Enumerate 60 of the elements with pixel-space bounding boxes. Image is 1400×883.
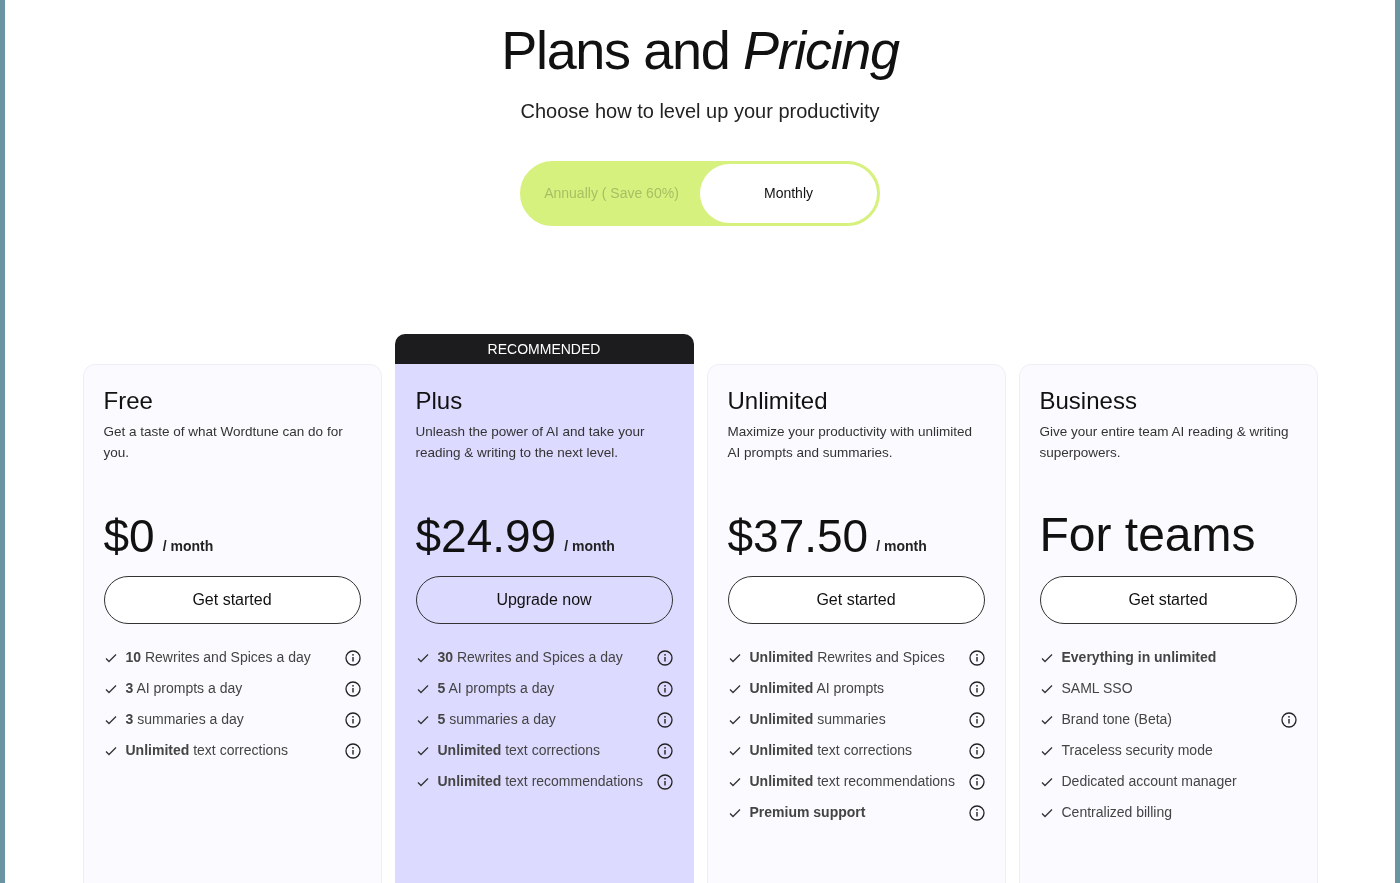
plan-name: Business bbox=[1039, 387, 1138, 415]
plan-description: Give your entire team AI reading & writing superpowers. bbox=[1039, 423, 1290, 462]
feature-text: Unlimited AI prompts bbox=[749, 679, 886, 698]
plan-button[interactable]: Get started bbox=[727, 576, 985, 624]
price-period: / month bbox=[876, 537, 927, 556]
feature-text: 3 AI prompts a day bbox=[125, 679, 244, 698]
feature-text: Premium support bbox=[749, 803, 867, 822]
info-icon[interactable] bbox=[656, 742, 673, 759]
feature-text: Brand tone (Beta) bbox=[1061, 710, 1173, 729]
feature-text: Unlimited text recommendations bbox=[749, 772, 956, 791]
price-period: / month bbox=[162, 537, 214, 556]
info-icon[interactable] bbox=[344, 680, 361, 697]
plan-button[interactable]: Get started bbox=[1039, 576, 1297, 624]
feature-text: 5 summaries a day bbox=[437, 710, 557, 729]
feature-text: Everything in unlimited bbox=[1061, 648, 1218, 667]
info-icon[interactable] bbox=[968, 773, 985, 790]
feature-text: 10 Rewrites and Spices a day bbox=[125, 648, 312, 667]
info-icon[interactable] bbox=[968, 680, 985, 697]
feature-text: Dedicated account manager bbox=[1061, 772, 1238, 791]
plan-name: Free bbox=[103, 387, 154, 415]
info-icon[interactable] bbox=[1280, 711, 1297, 728]
plan-price: $0 bbox=[103, 513, 155, 559]
feature-text: Centralized billing bbox=[1061, 803, 1173, 822]
feature-text: Traceless security mode bbox=[1061, 741, 1214, 760]
info-icon[interactable] bbox=[968, 711, 985, 728]
feature-text: Unlimited text corrections bbox=[437, 741, 602, 760]
info-icon[interactable] bbox=[656, 649, 673, 666]
info-icon[interactable] bbox=[968, 742, 985, 759]
billing-option[interactable]: Monthly bbox=[700, 164, 877, 223]
plan-price: $37.50 bbox=[727, 513, 869, 559]
recommended-badge: RECOMMENDED bbox=[394, 334, 694, 364]
feature-text: 30 Rewrites and Spices a day bbox=[437, 648, 624, 667]
info-icon[interactable] bbox=[344, 742, 361, 759]
info-icon[interactable] bbox=[656, 711, 673, 728]
plan-button[interactable]: Upgrade now bbox=[415, 576, 673, 624]
plan-description: Get a taste of what Wordtune can do for you. bbox=[103, 423, 344, 462]
info-icon[interactable] bbox=[968, 649, 985, 666]
plan-description: Unleash the power of AI and take your reading & writing to the next level. bbox=[415, 423, 646, 462]
info-icon[interactable] bbox=[968, 804, 985, 821]
page-subtitle: Choose how to level up your productivity bbox=[520, 99, 880, 124]
plan-price: For teams bbox=[1039, 511, 1256, 559]
feature-text: Unlimited Rewrites and Spices bbox=[749, 648, 946, 667]
price-period: / month bbox=[564, 537, 615, 556]
feature-text: 5 AI prompts a day bbox=[437, 679, 556, 698]
plan-description: Maximize your productivity with unlimited AI prompts and summaries. bbox=[727, 423, 974, 462]
plan-price: $24.99 bbox=[415, 513, 557, 559]
feature-text: Unlimited summaries bbox=[749, 710, 887, 729]
plan-name: Unlimited bbox=[727, 387, 829, 415]
plan-name: Plus bbox=[415, 387, 464, 415]
feature-text: Unlimited text recommendations bbox=[437, 772, 644, 791]
info-icon[interactable] bbox=[656, 680, 673, 697]
info-icon[interactable] bbox=[344, 711, 361, 728]
feature-text: SAML SSO bbox=[1061, 679, 1134, 698]
info-icon[interactable] bbox=[344, 649, 361, 666]
feature-text: Unlimited text corrections bbox=[749, 741, 914, 760]
feature-text: Unlimited text corrections bbox=[125, 741, 290, 760]
plan-button[interactable]: Get started bbox=[103, 576, 361, 624]
info-icon[interactable] bbox=[656, 773, 673, 790]
page-title: Plans and Pricing bbox=[501, 19, 899, 82]
feature-text: 3 summaries a day bbox=[125, 710, 245, 729]
